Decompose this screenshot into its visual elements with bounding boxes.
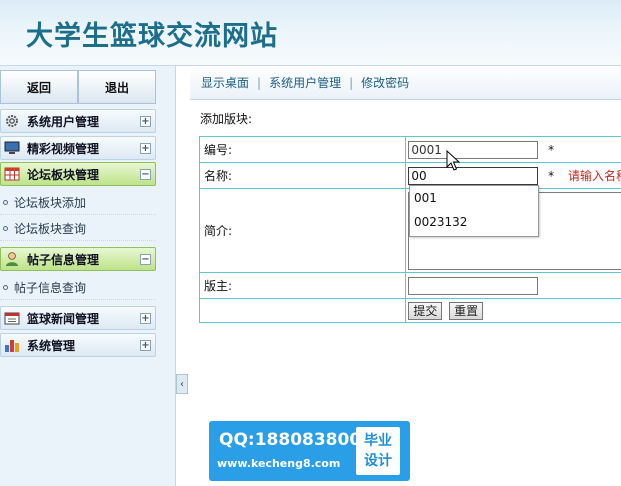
nav-link-desktop[interactable]: 显示桌面 — [201, 74, 249, 91]
watermark-badge: 毕业 设计 — [356, 427, 400, 475]
form-row-moderator: 版主: — [198, 272, 621, 299]
bullet-icon — [3, 225, 8, 231]
sidebar-item-label: 论坛板块添加 — [14, 195, 87, 210]
sidebar-item-label: 帖子信息查询 — [14, 280, 87, 295]
watermark-url: www.kecheng8.com — [217, 457, 341, 470]
submit-button[interactable]: 提交 — [408, 301, 443, 320]
menu-group-news[interactable]: 篮球新闻管理 + — [0, 306, 156, 330]
required-mark: * — [548, 142, 555, 157]
top-nav: 显示桌面 | 系统用户管理 | 修改密码 — [190, 66, 621, 100]
autocomplete-option[interactable]: 001 — [410, 186, 538, 210]
menu-group-forum-boards[interactable]: 论坛板块管理 − — [0, 162, 156, 186]
sidebar: 返回 退出 系统用户管理 + 精彩视频管理 + 论坛板块管理 − 论坛板块添加 … — [0, 66, 176, 486]
page-header: 大学生篮球交流网站 — [0, 0, 621, 66]
autocomplete-dropdown: 001 0023132 — [409, 185, 539, 237]
field-label: 简介: — [198, 188, 407, 273]
collapse-toggle[interactable]: − — [140, 253, 151, 265]
menu-group-label: 论坛板块管理 — [27, 167, 100, 182]
mouse-cursor-icon — [446, 149, 461, 175]
expand-toggle[interactable]: + — [140, 312, 151, 324]
menu-group-label: 系统用户管理 — [27, 114, 100, 129]
table-icon — [3, 166, 21, 182]
nav-separator: | — [349, 75, 354, 90]
field-label: 名称: — [198, 162, 407, 189]
logout-button[interactable]: 退出 — [78, 70, 156, 104]
validation-hint: 请输入名称 — [567, 169, 621, 183]
form-row-code: 编号: 0001 * — [198, 136, 621, 163]
nav-link-change-password[interactable]: 修改密码 — [361, 74, 409, 91]
autocomplete-option[interactable]: 0023132 — [410, 210, 538, 234]
reset-button[interactable]: 重置 — [449, 301, 484, 320]
moderator-input[interactable] — [408, 276, 539, 295]
expand-toggle[interactable]: + — [140, 339, 151, 351]
sidebar-item-forum-query[interactable]: 论坛板块查询 — [0, 216, 156, 241]
field-label: 编号: — [198, 136, 407, 163]
site-title: 大学生篮球交流网站 — [26, 21, 278, 52]
menu-group-label: 帖子信息管理 — [27, 252, 100, 267]
gear-icon — [3, 113, 21, 129]
menu-group-label: 篮球新闻管理 — [27, 311, 100, 326]
watermark: QQ:188083800 www.kecheng8.com 毕业 设计 — [209, 421, 410, 481]
menu-group-videos[interactable]: 精彩视频管理 + — [0, 136, 156, 160]
user-icon — [3, 251, 21, 267]
expand-toggle[interactable]: + — [140, 142, 151, 154]
monitor-icon — [3, 140, 21, 156]
calendar-icon — [3, 310, 21, 326]
bullet-icon — [3, 199, 8, 205]
menu-group-system-users[interactable]: 系统用户管理 + — [0, 109, 156, 133]
bullet-icon — [3, 284, 8, 290]
collapse-toggle[interactable]: − — [140, 168, 151, 180]
name-input[interactable]: 00 — [408, 166, 539, 185]
sidebar-item-forum-add[interactable]: 论坛板块添加 — [0, 190, 156, 215]
expand-toggle[interactable]: + — [140, 115, 151, 127]
watermark-badge-line: 设计 — [364, 453, 392, 469]
form-row-actions: 提交 重置 — [198, 298, 621, 323]
nav-link-system-users[interactable]: 系统用户管理 — [269, 74, 341, 91]
nav-separator: | — [257, 75, 262, 90]
back-button[interactable]: 返回 — [0, 70, 78, 104]
sidebar-item-label: 论坛板块查询 — [14, 221, 87, 236]
sidebar-top-buttons: 返回 退出 — [0, 70, 156, 104]
menu-group-system[interactable]: 系统管理 + — [0, 333, 156, 357]
field-label: 版主: — [198, 272, 407, 299]
menu-group-label: 系统管理 — [27, 338, 76, 353]
required-mark: * — [548, 168, 555, 183]
sidebar-item-posts-query[interactable]: 帖子信息查询 — [0, 275, 156, 300]
code-input[interactable]: 0001 — [408, 140, 539, 159]
bar-chart-icon — [3, 337, 21, 353]
watermark-qq: QQ:188083800 — [219, 430, 362, 450]
menu-group-posts[interactable]: 帖子信息管理 − — [0, 247, 156, 271]
menu-group-label: 精彩视频管理 — [27, 141, 100, 156]
sidebar-collapse-button[interactable]: ‹ — [176, 374, 188, 394]
section-title: 添加版块: — [200, 112, 253, 126]
watermark-badge-line: 毕业 — [364, 433, 392, 449]
